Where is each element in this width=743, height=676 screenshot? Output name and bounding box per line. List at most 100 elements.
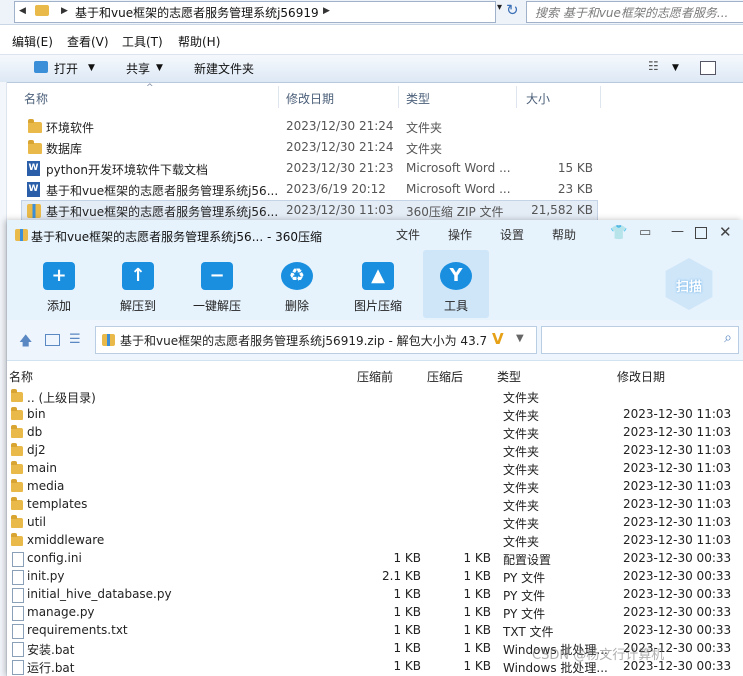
- cell-modified: 2023-12-30 11:03: [623, 461, 732, 475]
- add-button[interactable]: + 添加: [26, 250, 92, 318]
- list-item[interactable]: 数据库 2023/12/30 21:24 文件夹: [22, 138, 597, 158]
- list-item[interactable]: W python开发环境软件下载文档 2023/12/30 21:23 Micr…: [22, 159, 597, 179]
- breadcrumb[interactable]: ◀ ▶ 基于和vue框架的志愿者服务管理系统j56919 ▶: [14, 1, 496, 23]
- open-dropdown-icon[interactable]: ▼: [88, 63, 95, 73]
- folder-icon: [11, 425, 23, 438]
- zip-menu-help[interactable]: 帮助: [552, 226, 576, 243]
- vip-badge-icon[interactable]: V: [492, 330, 504, 348]
- menu-edit[interactable]: 编辑(E): [12, 33, 53, 50]
- table-row[interactable]: bin 文件夹 2023-12-30 11:03: [7, 406, 743, 424]
- up-arrow-icon[interactable]: 🡅: [19, 332, 32, 354]
- table-row[interactable]: util 文件夹 2023-12-30 11:03: [7, 514, 743, 532]
- refresh-icon[interactable]: ↻: [506, 1, 519, 19]
- cell-modified: 2023-12-30 11:03: [623, 425, 732, 439]
- cell-unpacked: 1 KB: [463, 551, 491, 565]
- list-item-selected[interactable]: 基于和vue框架的志愿者服务管理系统j56... 2023/12/30 11:0…: [21, 200, 598, 222]
- cell-type: 配置设置: [503, 553, 552, 567]
- cell-type: PY 文件: [503, 607, 546, 621]
- breadcrumb-expand-icon[interactable]: ▶: [323, 6, 330, 16]
- new-folder-button[interactable]: 新建文件夹: [194, 60, 254, 77]
- zip-search-input[interactable]: ⌕: [541, 326, 739, 354]
- table-row[interactable]: main 文件夹 2023-12-30 11:03: [7, 460, 743, 478]
- menu-tools[interactable]: 工具(T): [122, 33, 163, 50]
- zip-menu-file[interactable]: 文件: [396, 226, 420, 243]
- column-divider[interactable]: [398, 86, 399, 108]
- view-options-icon[interactable]: ☷: [648, 59, 659, 73]
- share-dropdown-icon[interactable]: ▼: [156, 63, 163, 73]
- file-icon: [12, 624, 24, 639]
- col-name[interactable]: 名称: [24, 90, 48, 107]
- skin-icon[interactable]: 👕: [610, 225, 627, 241]
- tools-button[interactable]: Y 工具: [423, 250, 489, 318]
- one-click-extract-button[interactable]: − 一键解压: [184, 250, 250, 318]
- cell-name: bin: [27, 407, 46, 421]
- col-unpacked[interactable]: 压缩后: [427, 368, 463, 385]
- delete-icon: ♻: [281, 262, 313, 290]
- image-compress-button[interactable]: ▲ 图片压缩: [345, 250, 411, 318]
- zip-menu-settings[interactable]: 设置: [500, 226, 524, 243]
- col-modified[interactable]: 修改日期: [617, 368, 665, 385]
- table-row[interactable]: manage.py 1 KB 1 KB PY 文件 2023-12-30 00:33: [7, 604, 743, 622]
- file-name: 基于和vue框架的志愿者服务管理系统j56...: [46, 184, 279, 198]
- table-row[interactable]: media 文件夹 2023-12-30 11:03: [7, 478, 743, 496]
- open-button[interactable]: 打开: [54, 60, 78, 77]
- maximize-icon[interactable]: [695, 227, 707, 239]
- file-name: python开发环境软件下载文档: [46, 163, 208, 177]
- search-input[interactable]: 搜索 基于和vue框架的志愿者服务...: [526, 1, 743, 23]
- cell-name: xmiddleware: [27, 533, 105, 547]
- back-arrow-icon[interactable]: ◀: [19, 6, 26, 16]
- col-packed[interactable]: 压缩前: [357, 368, 393, 385]
- view-dropdown-icon[interactable]: ▼: [672, 63, 679, 73]
- share-button[interactable]: 共享: [126, 60, 150, 77]
- table-row[interactable]: templates 文件夹 2023-12-30 11:03: [7, 496, 743, 514]
- feedback-icon[interactable]: ▭: [639, 225, 651, 240]
- list-view-icon[interactable]: ☰: [69, 332, 81, 347]
- column-divider[interactable]: [278, 86, 279, 108]
- address-dropdown-icon[interactable]: ▾: [497, 2, 502, 13]
- table-row[interactable]: .. (上级目录) 文件夹: [7, 388, 743, 406]
- sort-indicator-icon: ^: [146, 83, 154, 93]
- col-name[interactable]: 名称: [9, 368, 33, 385]
- one-click-extract-label: 一键解压: [192, 299, 241, 313]
- path-dropdown-icon[interactable]: ▼: [516, 333, 524, 344]
- explorer-address-bar: ◀ ▶ 基于和vue框架的志愿者服务管理系统j56919 ▶ ▾ ↻ 搜索 基于…: [0, 0, 743, 25]
- table-row[interactable]: config.ini 1 KB 1 KB 配置设置 2023-12-30 00:33: [7, 550, 743, 568]
- delete-button[interactable]: ♻ 删除: [264, 250, 330, 318]
- table-row[interactable]: dj2 文件夹 2023-12-30 11:03: [7, 442, 743, 460]
- zip-window: 基于和vue框架的志愿者服务管理系统j56... - 360压缩 文件 操作 设…: [7, 220, 743, 676]
- list-item[interactable]: W 基于和vue框架的志愿者服务管理系统j56... 2023/6/19 20:…: [22, 180, 597, 200]
- add-label: 添加: [46, 299, 71, 313]
- column-divider[interactable]: [516, 86, 517, 108]
- table-row[interactable]: requirements.txt 1 KB 1 KB TXT 文件 2023-12-30…: [7, 622, 743, 640]
- file-type: Microsoft Word ...: [406, 161, 511, 175]
- thumbnail-view-icon[interactable]: [45, 334, 60, 346]
- menu-help[interactable]: 帮助(H): [178, 33, 220, 50]
- column-divider[interactable]: [600, 86, 601, 108]
- folder-icon: [11, 407, 23, 420]
- cell-type: 文件夹: [503, 535, 540, 549]
- minimize-icon[interactable]: —: [671, 224, 684, 239]
- col-type[interactable]: 类型: [406, 90, 430, 107]
- col-size[interactable]: 大小: [526, 90, 550, 107]
- archive-path-input[interactable]: 基于和vue框架的志愿者服务管理系统j56919.zip - 解包大小为 43.…: [95, 326, 537, 354]
- preview-pane-icon[interactable]: [700, 61, 716, 75]
- col-type[interactable]: 类型: [497, 368, 521, 385]
- zip-menu-action[interactable]: 操作: [448, 226, 472, 243]
- extract-to-button[interactable]: ↑ 解压到: [105, 250, 171, 318]
- file-type: 文件夹: [406, 121, 443, 135]
- table-row[interactable]: db 文件夹 2023-12-30 11:03: [7, 424, 743, 442]
- scan-button[interactable]: 扫描: [663, 258, 715, 314]
- image-compress-label: 图片压缩: [353, 299, 402, 313]
- table-row[interactable]: initial_hive_database.py 1 KB 1 KB PY 文件 202…: [7, 586, 743, 604]
- zip-app-icon: [15, 229, 28, 241]
- list-item[interactable]: 环境软件 2023/12/30 21:24 文件夹: [22, 117, 597, 137]
- open-icon: [34, 61, 48, 73]
- col-modified[interactable]: 修改日期: [286, 90, 334, 107]
- table-row[interactable]: init.py 2.1 KB 1 KB PY 文件 2023-12-30 00:33: [7, 568, 743, 586]
- table-row[interactable]: xmiddleware 文件夹 2023-12-30 11:03: [7, 532, 743, 550]
- menu-view[interactable]: 查看(V): [67, 33, 109, 50]
- one-click-extract-icon: −: [201, 262, 233, 290]
- close-icon[interactable]: ✕: [719, 223, 732, 241]
- file-date: 2023/12/30 21:23: [286, 161, 394, 175]
- word-document-icon: W: [27, 161, 40, 176]
